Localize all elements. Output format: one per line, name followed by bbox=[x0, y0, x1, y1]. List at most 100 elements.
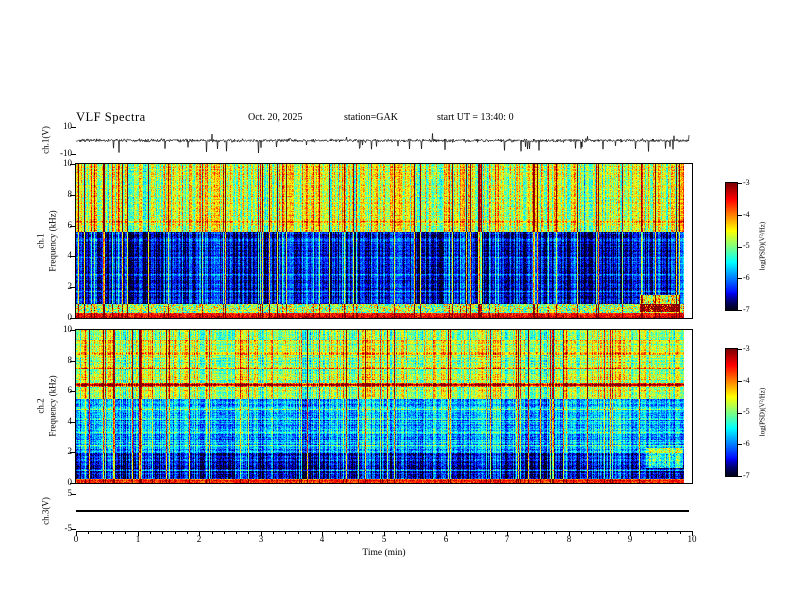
tick-mark bbox=[519, 531, 521, 534]
colorbar-tick-label: -7 bbox=[743, 305, 750, 314]
time-axis-label: Time (min) bbox=[362, 548, 406, 558]
x-tick-label: 6 bbox=[443, 534, 449, 544]
y-tick-label: 10 bbox=[63, 324, 72, 334]
x-tick-label: 5 bbox=[381, 534, 387, 544]
y-tick-label: 2 bbox=[67, 281, 73, 291]
tick-mark bbox=[174, 531, 176, 534]
ch2-frequency-axis-label: Frequency (kHz) bbox=[47, 375, 58, 437]
tick-mark bbox=[70, 225, 75, 227]
y-tick-label: -5 bbox=[64, 523, 73, 533]
tick-mark bbox=[223, 531, 225, 534]
colorbar-tick-label: -3 bbox=[743, 178, 750, 187]
station-label: station=GAK bbox=[344, 112, 398, 123]
x-tick-label: 1 bbox=[135, 534, 141, 544]
x-tick-label: 0 bbox=[73, 534, 79, 544]
tick-mark bbox=[568, 531, 570, 536]
tick-mark bbox=[556, 531, 558, 534]
tick-mark bbox=[211, 531, 213, 534]
colorbar-2-axis-label: log(PSD)(V²/Hz) bbox=[758, 387, 767, 437]
tick-mark bbox=[149, 531, 151, 534]
y-tick-label: 0 bbox=[67, 477, 73, 487]
tick-mark bbox=[507, 531, 509, 536]
tick-mark bbox=[544, 531, 546, 534]
y-tick-label: 10 bbox=[63, 158, 72, 168]
x-tick-label: 2 bbox=[196, 534, 202, 544]
tick-mark bbox=[738, 412, 742, 414]
tick-mark bbox=[70, 421, 75, 423]
colorbar-tick-label: -6 bbox=[743, 273, 750, 282]
colorbar-1 bbox=[725, 182, 738, 311]
ch2-channel-label: ch.2 bbox=[35, 398, 46, 414]
tick-mark bbox=[655, 531, 657, 534]
start-ut-label: start UT = 13:40: 0 bbox=[437, 112, 514, 123]
ch2-spectrogram bbox=[75, 329, 693, 484]
tick-mark bbox=[531, 531, 533, 534]
ch1-channel-label: ch.1 bbox=[35, 233, 46, 249]
colorbar-tick-label: -5 bbox=[743, 241, 750, 250]
ch3-flatline bbox=[76, 510, 689, 512]
tick-mark bbox=[359, 531, 361, 534]
x-tick-label: 9 bbox=[627, 534, 633, 544]
ch1-waveform-plot bbox=[76, 127, 692, 154]
tick-mark bbox=[738, 214, 742, 216]
tick-mark bbox=[738, 444, 742, 446]
tick-mark bbox=[137, 531, 139, 536]
tick-mark bbox=[738, 349, 742, 350]
y-tick-label: 5 bbox=[67, 488, 73, 498]
ch1-spectrogram bbox=[75, 163, 693, 319]
y-tick-label: 0 bbox=[67, 312, 73, 322]
tick-mark bbox=[738, 310, 742, 311]
tick-mark bbox=[125, 531, 127, 534]
tick-mark bbox=[738, 183, 742, 184]
date-label: Oct. 20, 2025 bbox=[248, 112, 303, 123]
tick-mark bbox=[445, 531, 447, 536]
tick-mark bbox=[738, 246, 742, 248]
tick-mark bbox=[70, 318, 75, 319]
tick-mark bbox=[70, 360, 75, 362]
tick-mark bbox=[70, 287, 75, 289]
tick-mark bbox=[71, 127, 76, 128]
tick-mark bbox=[112, 531, 114, 534]
tick-mark bbox=[618, 531, 620, 534]
colorbar-tick-label: -4 bbox=[743, 376, 750, 385]
tick-mark bbox=[322, 531, 324, 536]
colorbar-tick-label: -3 bbox=[743, 344, 750, 353]
tick-mark bbox=[297, 531, 299, 534]
y-tick-label: 6 bbox=[67, 385, 73, 395]
colorbar-2 bbox=[725, 348, 738, 477]
tick-mark bbox=[260, 531, 262, 536]
tick-mark bbox=[605, 531, 607, 534]
tick-mark bbox=[199, 531, 201, 536]
page-title: VLF Spectra bbox=[76, 110, 146, 124]
tick-mark bbox=[71, 529, 76, 530]
y-tick-label: 4 bbox=[44, 417, 73, 426]
tick-mark bbox=[593, 531, 595, 534]
tick-mark bbox=[679, 531, 681, 534]
tick-mark bbox=[71, 494, 76, 495]
tick-mark bbox=[738, 476, 742, 477]
tick-mark bbox=[70, 256, 75, 258]
tick-mark bbox=[162, 531, 164, 534]
tick-mark bbox=[457, 531, 459, 534]
tick-mark bbox=[310, 531, 312, 534]
tick-mark bbox=[494, 531, 496, 534]
colorbar-tick-label: -4 bbox=[743, 210, 750, 219]
tick-mark bbox=[100, 531, 102, 534]
tick-mark bbox=[692, 531, 693, 536]
y-tick-label: 10 bbox=[63, 121, 72, 131]
tick-mark bbox=[70, 483, 75, 484]
tick-mark bbox=[71, 154, 76, 155]
tick-mark bbox=[273, 531, 275, 534]
ch1-frequency-axis-label: Frequency (kHz) bbox=[47, 210, 58, 272]
x-tick-label: 8 bbox=[566, 534, 572, 544]
tick-mark bbox=[396, 531, 398, 534]
colorbar-tick-label: -5 bbox=[743, 407, 750, 416]
colorbar-tick-label: -7 bbox=[743, 471, 750, 480]
tick-mark bbox=[738, 380, 742, 382]
tick-mark bbox=[371, 531, 373, 534]
tick-mark bbox=[334, 531, 336, 534]
tick-mark bbox=[642, 531, 644, 534]
tick-mark bbox=[70, 330, 75, 331]
tick-mark bbox=[88, 531, 90, 534]
y-tick-label: 4 bbox=[67, 250, 73, 260]
